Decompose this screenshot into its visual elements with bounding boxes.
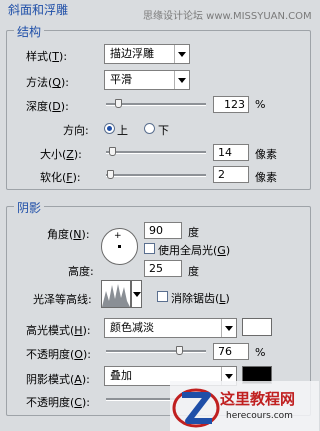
highlight-opacity-unit: % <box>255 346 266 359</box>
logo-title: 这里教程网 <box>220 390 296 408</box>
logo-url: herecours.com <box>226 411 293 421</box>
technique-select[interactable]: 平滑 <box>104 70 190 90</box>
soften-unit: 像素 <box>255 171 277 184</box>
altitude-input[interactable]: 25 <box>144 260 182 277</box>
direction-up-label: 上 <box>117 124 128 137</box>
chevron-down-icon <box>133 292 141 297</box>
angle-dial[interactable]: + <box>101 228 138 265</box>
gloss-contour-dropdown[interactable] <box>131 280 142 308</box>
chevron-down-icon <box>221 319 236 337</box>
anti-alias-label: 消除锯齿(L) <box>171 292 230 305</box>
chevron-down-icon <box>174 71 189 89</box>
watermark-text: 思缘设计论坛 www.MISSYUAN.COM <box>143 11 312 22</box>
size-label: 大小(Z): <box>40 148 82 161</box>
size-slider-track[interactable] <box>106 151 206 154</box>
depth-label: 深度(D): <box>26 100 69 113</box>
anti-alias-checkbox[interactable] <box>157 291 168 302</box>
structure-group-title: 结构 <box>14 23 45 40</box>
shadow-opacity-label: 不透明度(C): <box>26 396 90 409</box>
panel-title: 斜面和浮雕 <box>8 3 69 17</box>
direction-down-radio[interactable] <box>144 123 155 134</box>
highlight-opacity-slider-thumb[interactable] <box>176 346 183 355</box>
angle-unit: 度 <box>188 226 199 239</box>
direction-label: 方向: <box>63 124 89 137</box>
altitude-unit: 度 <box>188 265 199 278</box>
gloss-contour-label: 光泽等高线: <box>33 293 92 306</box>
highlight-mode-value: 颜色减淡 <box>110 321 154 334</box>
global-light-label: 使用全局光(G) <box>158 244 231 257</box>
gloss-contour-preview[interactable] <box>101 280 131 308</box>
depth-slider-thumb[interactable] <box>115 99 122 108</box>
style-select[interactable]: 描边浮雕 <box>104 44 190 64</box>
size-input[interactable]: 14 <box>213 144 249 161</box>
soften-input[interactable]: 2 <box>213 166 249 183</box>
size-slider-thumb[interactable] <box>109 147 116 156</box>
shadow-opacity-slider-track[interactable] <box>106 398 176 401</box>
style-select-value: 描边浮雕 <box>110 47 154 60</box>
angle-center-dot <box>118 245 121 248</box>
style-label: 样式(T): <box>26 50 68 63</box>
soften-label: 软化(F): <box>40 171 81 184</box>
soften-slider-thumb[interactable] <box>107 170 114 179</box>
chevron-down-icon <box>174 45 189 63</box>
highlight-mode-select[interactable]: 颜色减淡 <box>104 318 237 338</box>
shading-group-title: 阴影 <box>14 199 45 216</box>
shadow-mode-label: 阴影模式(A): <box>26 373 90 386</box>
direction-up-radio[interactable] <box>104 123 115 134</box>
size-unit: 像素 <box>255 148 277 161</box>
highlight-opacity-input[interactable]: 76 <box>213 343 249 360</box>
angle-crosshair-icon: + <box>114 231 122 241</box>
depth-input[interactable]: 123 <box>213 96 249 113</box>
highlight-opacity-slider-track[interactable] <box>106 350 206 353</box>
soften-slider-track[interactable] <box>106 174 206 177</box>
highlight-mode-label: 高光模式(H): <box>26 324 91 337</box>
technique-select-value: 平滑 <box>110 73 132 86</box>
highlight-color-swatch[interactable] <box>242 318 272 336</box>
global-light-checkbox[interactable] <box>144 243 155 254</box>
contour-curve-icon <box>102 284 130 307</box>
direction-down-label: 下 <box>158 124 169 137</box>
depth-unit: % <box>255 98 266 111</box>
highlight-opacity-label: 不透明度(O): <box>26 348 91 361</box>
angle-label: 角度(N): <box>47 228 90 241</box>
technique-label: 方法(Q): <box>26 76 69 89</box>
altitude-label: 高度: <box>68 265 94 278</box>
angle-input[interactable]: 90 <box>144 222 182 239</box>
shadow-mode-value: 叠加 <box>110 369 132 382</box>
